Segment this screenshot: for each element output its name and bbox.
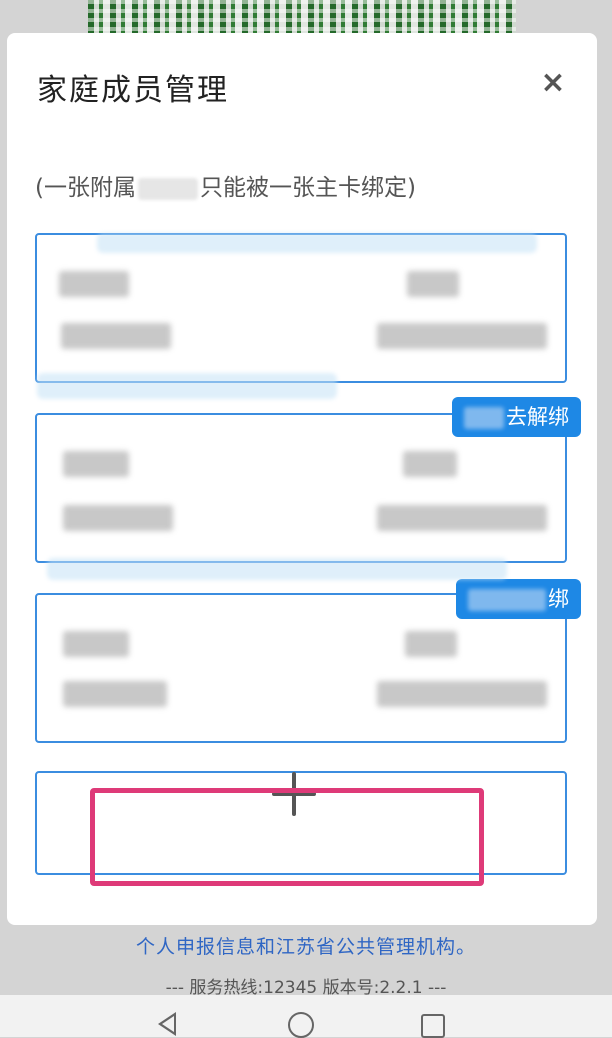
redacted-card-label (63, 681, 167, 707)
unbind-button[interactable]: 去解绑 (452, 397, 581, 437)
back-icon[interactable] (158, 1012, 176, 1036)
redaction-smear (47, 558, 507, 580)
redacted-text (137, 177, 198, 200)
close-icon[interactable]: × (533, 63, 573, 103)
unbind-button[interactable]: 绑 (456, 579, 581, 619)
redacted-card-number (377, 681, 547, 707)
modal-title: 家庭成员管理 (37, 73, 229, 108)
redacted-card-label (63, 505, 173, 531)
recent-apps-icon[interactable] (421, 1014, 445, 1038)
redacted-name (63, 631, 129, 657)
redacted-text (468, 589, 546, 611)
home-icon[interactable] (288, 1012, 314, 1038)
binding-note: (一张附属 只能被一张主卡绑定) (35, 168, 416, 202)
info-text: 个人申报信息和江苏省公共管理机构。 (135, 936, 476, 958)
redacted-name (63, 451, 129, 477)
redaction-smear (37, 373, 337, 399)
note-prefix: (一张附属 (35, 175, 136, 201)
redacted-relation (403, 451, 457, 477)
redacted-name (59, 271, 129, 297)
redacted-card-label (61, 323, 171, 349)
redacted-text (464, 407, 504, 429)
page-footer: 个人申报信息和江苏省公共管理机构。 --- 服务热线:12345 版本号:2.2… (0, 928, 612, 998)
redacted-relation (405, 631, 457, 657)
unbind-label: 绑 (548, 587, 569, 611)
unbind-label: 去解绑 (506, 405, 569, 429)
redacted-relation (407, 271, 459, 297)
member-card[interactable] (35, 233, 567, 383)
redaction-smear (97, 233, 537, 253)
redacted-card-number (377, 323, 547, 349)
highlight-box (90, 788, 484, 886)
note-suffix: 只能被一张主卡绑定) (199, 175, 416, 201)
redacted-card-number (377, 505, 547, 531)
